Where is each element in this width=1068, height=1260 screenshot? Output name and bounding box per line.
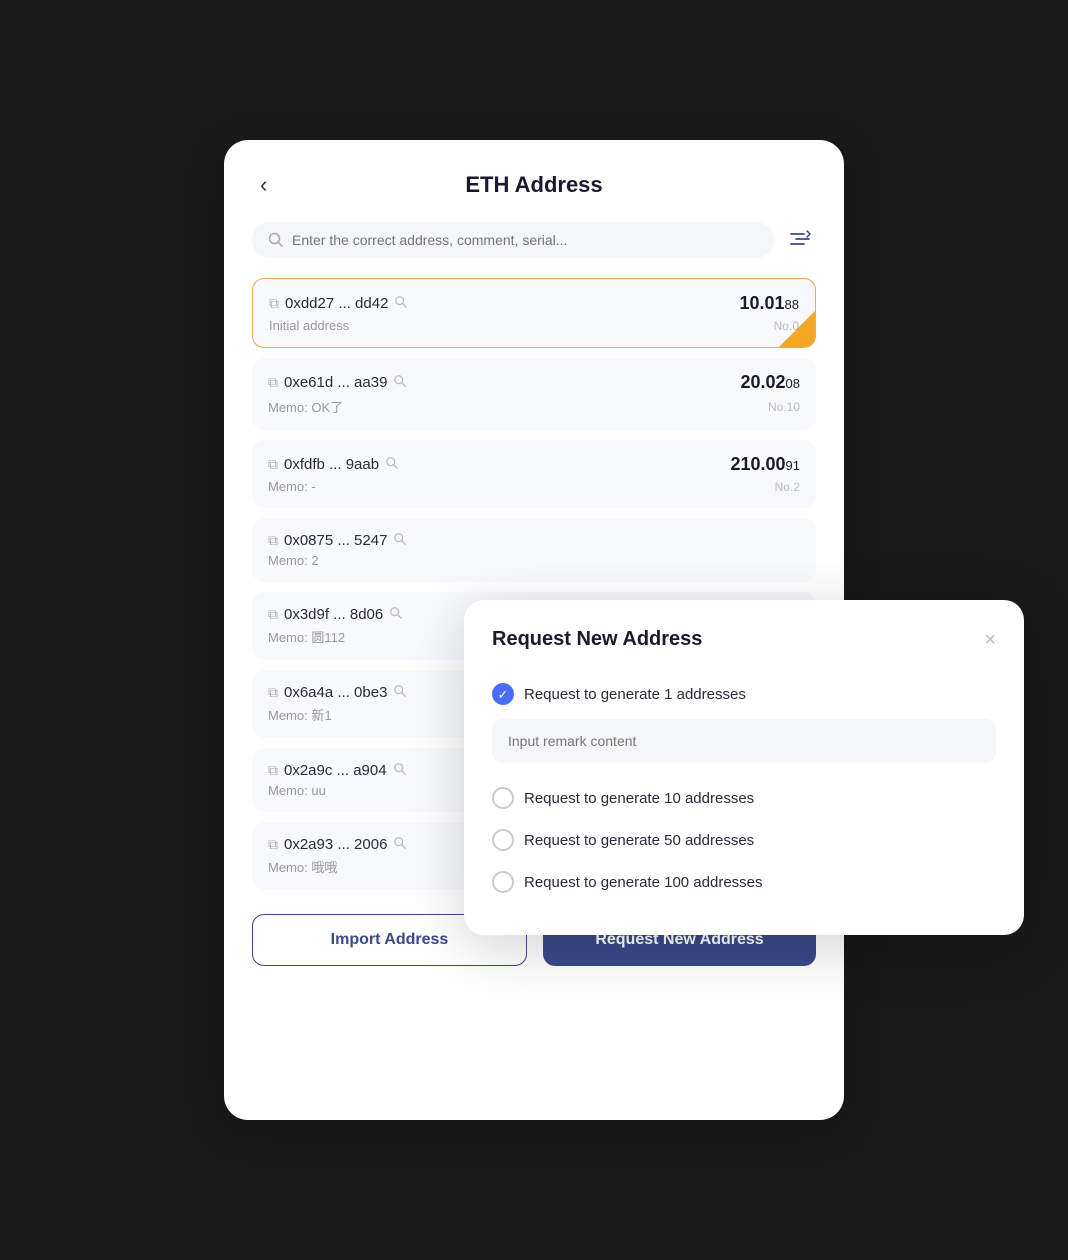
radio-label: Request to generate 10 addresses <box>524 790 754 807</box>
page-title: ETH Address <box>465 172 602 198</box>
search-input[interactable] <box>292 232 758 248</box>
memo-text: Memo: OK了 <box>268 397 343 416</box>
memo-text: Initial address <box>269 318 349 333</box>
address-text: 0xe61d ... aa39 <box>284 374 387 391</box>
radio-label: Request to generate 100 addresses <box>524 874 763 891</box>
search-address-icon[interactable] <box>393 836 407 853</box>
copy-icon[interactable]: ⧉ <box>268 762 278 779</box>
modal-options: ✓ Request to generate 1 addresses Reques… <box>492 673 996 903</box>
address-text: 0xdd27 ... dd42 <box>285 295 388 312</box>
memo-text: Memo: 哦哦 <box>268 857 337 876</box>
copy-icon[interactable]: ⧉ <box>269 295 279 312</box>
modal-dialog: Request New Address × ✓ Request to gener… <box>464 600 1024 935</box>
search-icon <box>268 232 284 248</box>
radio-circle <box>492 871 514 893</box>
address-text: 0x6a4a ... 0be3 <box>284 684 387 701</box>
copy-icon[interactable]: ⧉ <box>268 456 278 473</box>
radio-circle <box>492 829 514 851</box>
main-card: ‹ ETH Address ⧉ 0xdd27 ... dd42 <box>224 140 844 1120</box>
radio-label: Request to generate 1 addresses <box>524 686 746 703</box>
radio-option[interactable]: Request to generate 50 addresses <box>492 819 996 861</box>
search-address-icon[interactable] <box>385 456 399 473</box>
amount: 20.0208 <box>740 372 800 393</box>
copy-icon[interactable]: ⧉ <box>268 606 278 623</box>
search-address-icon[interactable] <box>393 762 407 779</box>
check-mark: ✓ <box>498 688 509 701</box>
search-address-icon[interactable] <box>394 295 408 312</box>
radio-circle <box>492 787 514 809</box>
address-text: 0x3d9f ... 8d06 <box>284 606 383 623</box>
amount: 210.0091 <box>730 454 800 475</box>
radio-option[interactable]: Request to generate 10 addresses <box>492 777 996 819</box>
memo-text: Memo: 2 <box>268 553 319 568</box>
modal-close-button[interactable]: × <box>984 630 996 650</box>
filter-button[interactable] <box>784 223 816 258</box>
modal-header: Request New Address × <box>492 628 996 651</box>
search-wrapper <box>252 222 774 258</box>
remark-input[interactable] <box>492 719 996 763</box>
search-address-icon[interactable] <box>393 374 407 391</box>
copy-icon[interactable]: ⧉ <box>268 836 278 853</box>
address-text: 0x2a93 ... 2006 <box>284 836 387 853</box>
no-badge: No.10 <box>768 400 800 414</box>
memo-text: Memo: 新1 <box>268 705 332 724</box>
search-bar <box>252 222 816 258</box>
header: ‹ ETH Address <box>252 172 816 198</box>
memo-text: Memo: - <box>268 479 316 494</box>
copy-icon[interactable]: ⧉ <box>268 374 278 391</box>
address-text: 0x2a9c ... a904 <box>284 762 387 779</box>
copy-icon[interactable]: ⧉ <box>268 684 278 701</box>
memo-text: Memo: uu <box>268 783 326 798</box>
memo-text: Memo: 圆112 <box>268 627 345 646</box>
search-address-icon[interactable] <box>393 532 407 549</box>
filter-icon <box>788 227 812 251</box>
radio-label: Request to generate 50 addresses <box>524 832 754 849</box>
address-item[interactable]: ⧉ 0xe61d ... aa39 20.0208 Memo: OK了 No.1… <box>252 358 816 430</box>
search-address-icon[interactable] <box>393 684 407 701</box>
radio-option[interactable]: Request to generate 100 addresses <box>492 861 996 903</box>
search-address-icon[interactable] <box>389 606 403 623</box>
address-item[interactable]: ⧉ 0xfdfb ... 9aab 210.0091 Memo: - No.2 <box>252 440 816 508</box>
copy-icon[interactable]: ⧉ <box>268 532 278 549</box>
address-item[interactable]: ⧉ 0x0875 ... 5247 Memo: 2 <box>252 518 816 582</box>
modal-title: Request New Address <box>492 628 702 651</box>
radio-circle: ✓ <box>492 683 514 705</box>
no-badge: No.2 <box>775 480 800 494</box>
radio-option[interactable]: ✓ Request to generate 1 addresses <box>492 673 996 715</box>
address-item[interactable]: ⧉ 0xdd27 ... dd42 10.0188 Initial addres… <box>252 278 816 348</box>
active-corner <box>779 311 815 347</box>
address-text: 0xfdfb ... 9aab <box>284 456 379 473</box>
address-text: 0x0875 ... 5247 <box>284 532 387 549</box>
back-button[interactable]: ‹ <box>252 168 275 202</box>
